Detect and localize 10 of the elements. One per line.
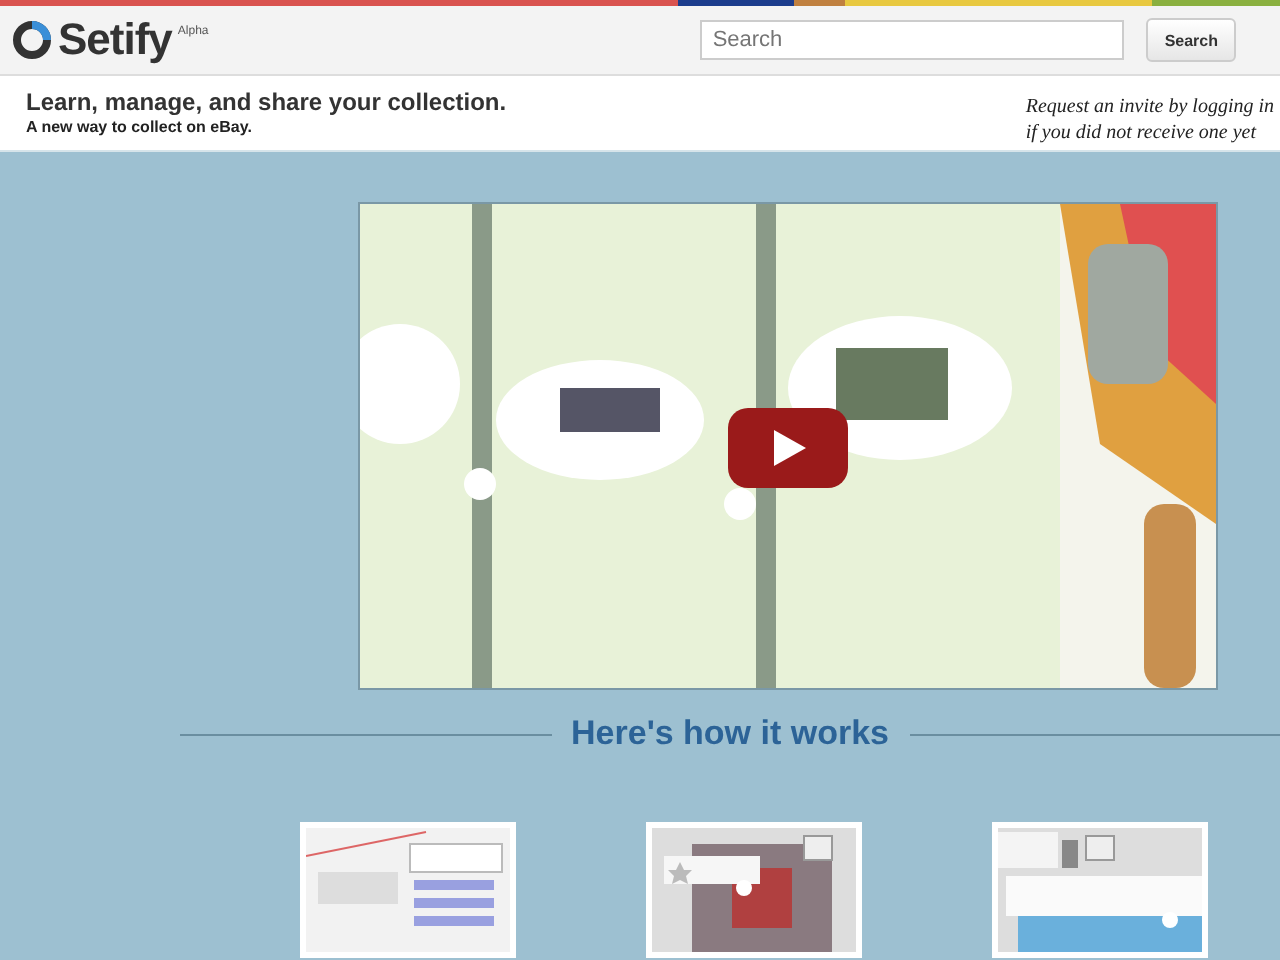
invite-note: Request an invite by logging in bbox=[1025, 94, 1274, 120]
logo-icon bbox=[12, 20, 52, 60]
play-button[interactable] bbox=[728, 408, 848, 488]
tagline-subtitle: A new way to collect on eBay. bbox=[26, 118, 254, 136]
search-button[interactable]: Search bbox=[1146, 18, 1236, 62]
section-heading: Here's how it works bbox=[571, 714, 889, 754]
tagline-title: Learn, manage, and share your collection. bbox=[26, 88, 507, 116]
search-field[interactable]: Search bbox=[700, 20, 1125, 60]
logo-text: Setify bbox=[58, 14, 172, 66]
invite-note: if you did not receive one yet bbox=[1025, 120, 1259, 146]
